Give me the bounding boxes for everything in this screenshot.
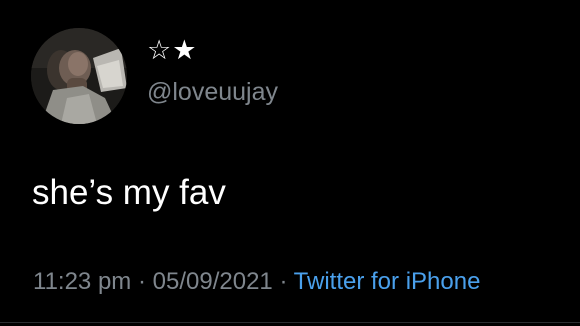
tweet-text: she’s my fav [32, 173, 226, 212]
display-name[interactable]: ☆★ [147, 34, 197, 66]
separator-dot: · [137, 268, 146, 295]
tweet-metadata: 11:23 pm · 05/09/2021 · Twitter for iPho… [33, 266, 480, 298]
separator-dot: · [279, 268, 288, 295]
tweet-time[interactable]: 11:23 pm [33, 268, 131, 295]
tweet-date[interactable]: 05/09/2021 [153, 268, 273, 295]
user-handle[interactable]: @loveuujay [147, 76, 278, 108]
avatar[interactable] [31, 28, 127, 124]
tweet-card: ☆★ @loveuujay she’s my fav 11:23 pm · 05… [0, 0, 580, 326]
profile-photo-icon [31, 28, 127, 124]
tweet-source-link[interactable]: Twitter for iPhone [294, 268, 481, 295]
divider [0, 322, 580, 323]
